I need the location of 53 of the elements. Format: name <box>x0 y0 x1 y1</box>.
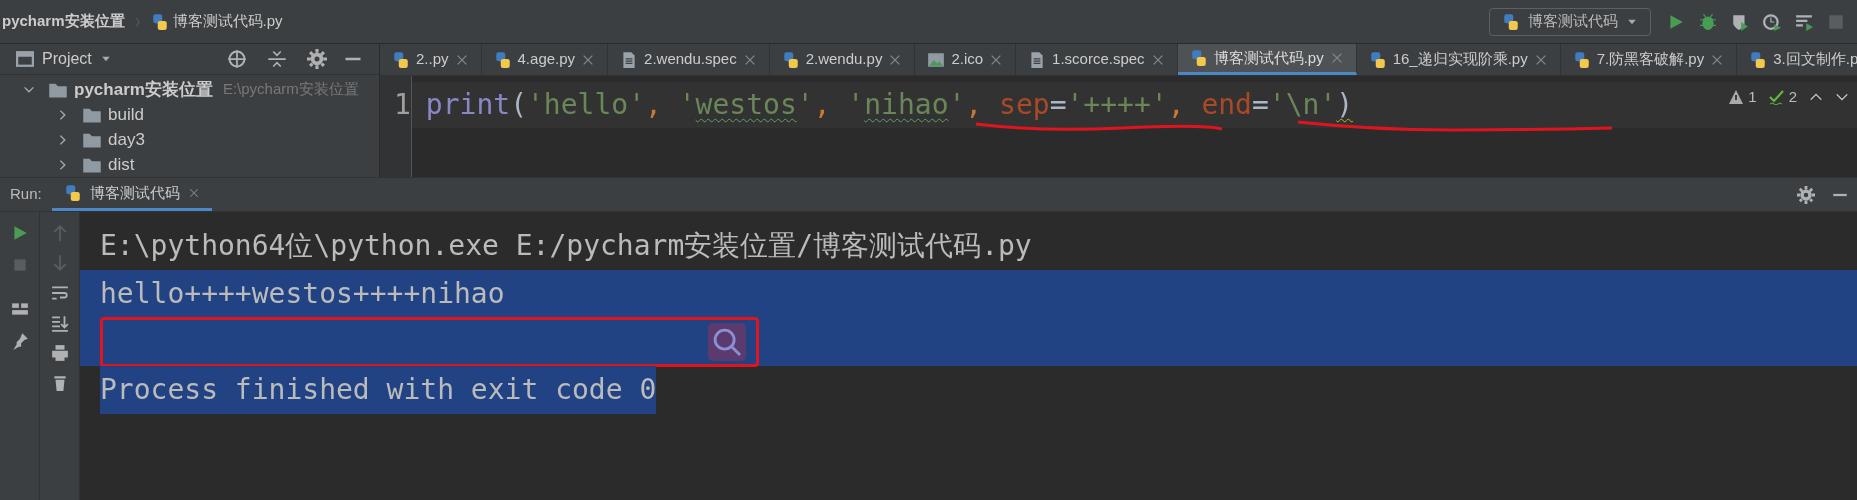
editor-tab[interactable]: 博客测试代码.py <box>1177 44 1357 75</box>
panel-title: Run: <box>9 184 43 205</box>
soft-wrap-icon[interactable] <box>50 284 69 302</box>
run-configuration-dropdown[interactable]: 博客测试代码 <box>1489 7 1651 36</box>
typo-count[interactable]: 2 <box>1768 86 1797 109</box>
editor-tab[interactable]: 4.age.py <box>481 44 609 75</box>
breadcrumb-file[interactable]: 博客测试代码.py <box>172 10 283 33</box>
warning-icon <box>1728 89 1745 106</box>
layout-icon[interactable] <box>10 300 29 318</box>
python-file-icon <box>1368 50 1387 69</box>
editor-tab[interactable]: 1.scorce.spec <box>1016 44 1178 75</box>
editor-tab[interactable]: 3.回文制作.p <box>1737 44 1857 75</box>
console-output-line: E:\python64位\python.exe E:/pycharm安装位置/博客测试代码.py <box>100 228 1032 264</box>
python-file-icon <box>781 50 800 69</box>
window-icon <box>16 50 34 68</box>
collapse-icon[interactable] <box>267 49 287 69</box>
editor-tab[interactable]: 2.ico <box>915 44 1017 75</box>
list-run-icon[interactable] <box>1795 12 1813 31</box>
close-icon[interactable] <box>187 187 200 199</box>
console-output-line: hello++++westos++++nihao <box>100 276 505 312</box>
tree-item-label[interactable]: dist <box>108 151 135 178</box>
python-file-icon <box>1572 50 1591 69</box>
line-number: 1 <box>393 87 411 123</box>
python-file-icon <box>392 50 410 69</box>
run-icon[interactable] <box>1667 12 1685 31</box>
settings-icon[interactable] <box>1797 185 1815 204</box>
image-icon <box>927 50 946 69</box>
breadcrumb-folder[interactable]: pycharm安装位置 <box>0 10 125 33</box>
editor-tab[interactable]: 2..py <box>380 44 482 75</box>
shield-icon[interactable] <box>1731 12 1749 31</box>
warning-count[interactable]: 1 <box>1728 86 1757 109</box>
python-file-icon <box>493 50 512 69</box>
search-icon[interactable] <box>708 323 746 361</box>
python-file-icon <box>1189 49 1208 67</box>
bug-icon[interactable] <box>1699 12 1717 31</box>
tree-item-label[interactable]: build <box>108 101 144 128</box>
crosshair-icon[interactable] <box>227 49 247 69</box>
python-file-icon <box>1749 50 1768 69</box>
checkmark-icon <box>1768 89 1785 106</box>
editor-tab[interactable]: 2.wendu.spec <box>608 44 770 75</box>
tree-item-label[interactable]: pycharm安装位置 <box>74 76 213 103</box>
editor-tab[interactable]: 2.wendu.py <box>769 44 916 75</box>
stopwatch-icon[interactable] <box>1763 12 1781 31</box>
python-icon <box>63 184 82 202</box>
print-icon[interactable] <box>50 344 69 362</box>
scroll-to-end-icon[interactable] <box>50 314 69 332</box>
python-icon <box>1502 12 1520 31</box>
editor-tab[interactable]: 16_递归实现阶乘.py <box>1356 44 1561 75</box>
python-file-icon <box>150 12 169 31</box>
settings-icon[interactable] <box>307 49 327 69</box>
project-view-selector[interactable]: Project <box>42 47 112 71</box>
tree-item-label[interactable]: day3 <box>108 126 145 153</box>
editor-tab[interactable]: 7.防黑客破解.py <box>1560 44 1738 75</box>
